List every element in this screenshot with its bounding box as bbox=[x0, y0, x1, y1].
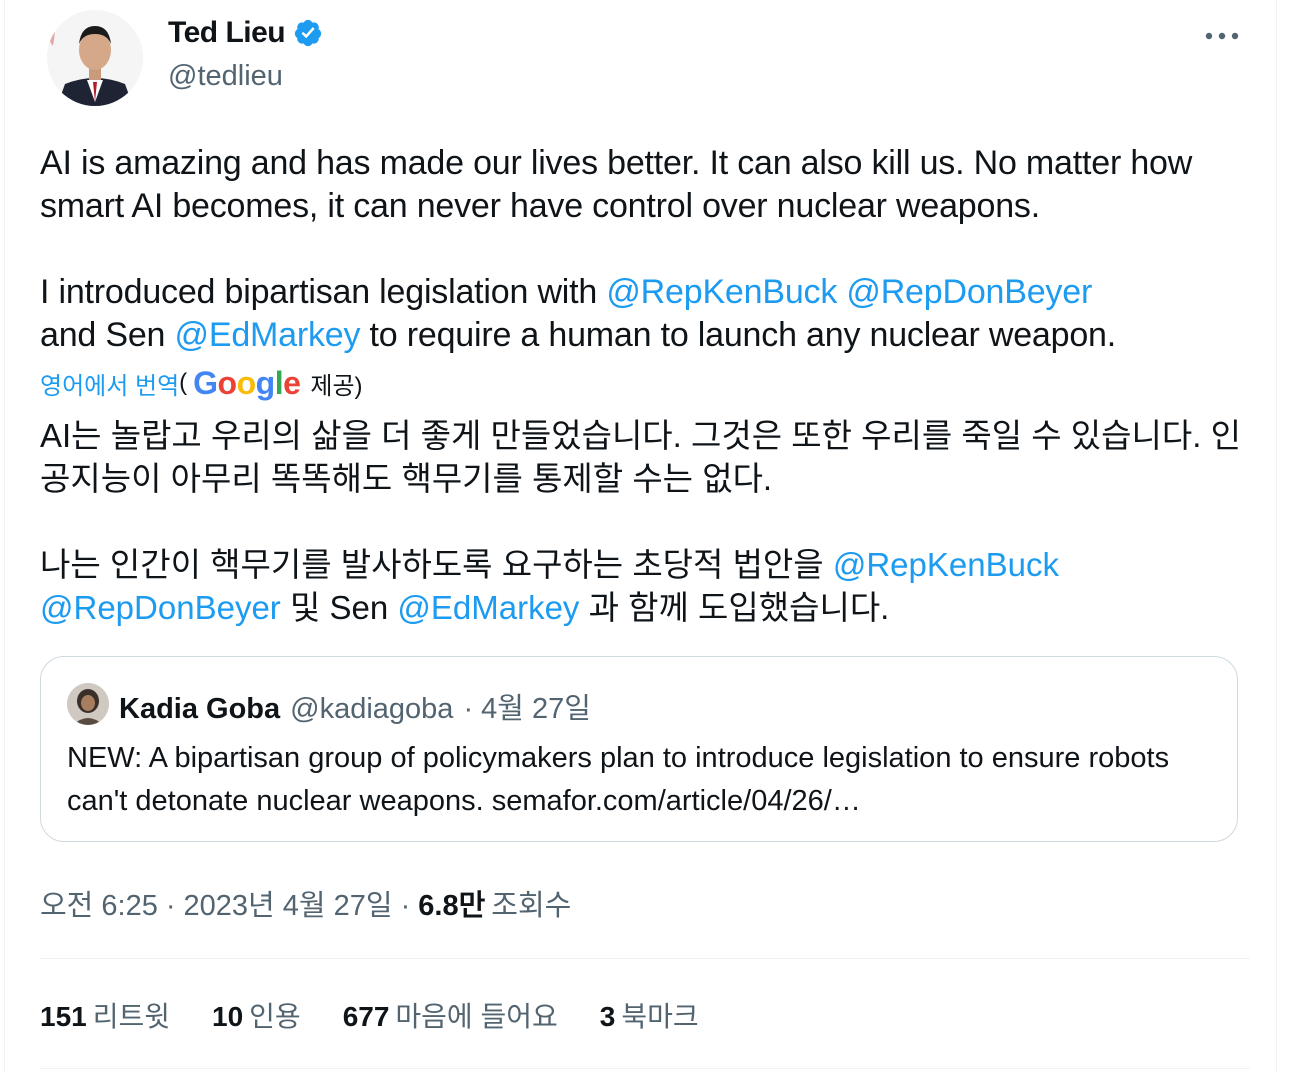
retweets-label: 리트윗 bbox=[92, 1001, 170, 1032]
likes-label: 마음에 들어요 bbox=[395, 1001, 558, 1032]
tweet-text-segment: to require a human to launch any nuclear… bbox=[360, 316, 1117, 354]
tweet-text-segment: I introduced bipartisan legislation with bbox=[40, 273, 607, 311]
more-options-button[interactable] bbox=[1200, 18, 1244, 54]
verified-badge-icon bbox=[294, 19, 322, 47]
quote-date: · 4월 27일 bbox=[463, 693, 591, 725]
bookmarks-stat[interactable]: 3 북마크 bbox=[600, 995, 699, 1035]
divider bbox=[40, 958, 1250, 959]
tweet-text-segment: and Sen bbox=[40, 316, 175, 354]
translation-header: 영어에서 번역 ( Google 제공) bbox=[40, 363, 363, 403]
quote-author-avatar[interactable] bbox=[67, 683, 109, 725]
quote-avatar-image bbox=[67, 683, 109, 725]
mention-repkenbuck[interactable]: @RepKenBuck bbox=[606, 273, 837, 311]
views-label: 조회수 bbox=[491, 890, 572, 922]
bookmarks-count: 3 bbox=[599, 1001, 616, 1032]
retweets-stat[interactable]: 151 리트윗 bbox=[40, 995, 170, 1035]
views-count: 6.8만 bbox=[418, 890, 486, 922]
mention-edmarkey[interactable]: @EdMarkey bbox=[175, 316, 361, 354]
tweet-date[interactable]: 2023년 4월 27일 bbox=[184, 882, 393, 924]
translated-text-segment: 과 함께 도입했습니다. bbox=[579, 589, 890, 626]
divider-bottom bbox=[40, 1068, 1250, 1069]
quote-text: NEW: A bipartisan group of policymakers … bbox=[67, 742, 1170, 817]
more-dots-icon bbox=[1205, 32, 1239, 40]
quotes-label: 인용 bbox=[249, 1001, 301, 1032]
quotes-stat[interactable]: 10 인용 bbox=[212, 995, 301, 1035]
author-avatar-image bbox=[47, 10, 143, 106]
tweet-timestamp-row: 오전 6:25 · 2023년 4월 27일 · 6.8만 조회수 bbox=[40, 882, 571, 924]
translated-mention-repkenbuck[interactable]: @RepKenBuck bbox=[833, 546, 1059, 583]
translation-provided-label: 제공) bbox=[310, 372, 363, 400]
tweet-paragraph-2: I introduced bipartisan legislation with… bbox=[40, 271, 1250, 357]
tweet-time[interactable]: 오전 6:25 bbox=[40, 882, 158, 924]
quotes-count: 10 bbox=[212, 1001, 244, 1032]
author-name[interactable]: Ted Lieu bbox=[168, 16, 286, 50]
quote-author-name[interactable]: Kadia Goba bbox=[119, 693, 280, 726]
translated-paragraph-1: AI는 놀랍고 우리의 삶을 더 좋게 만들었습니다. 그것은 또한 우리를 죽… bbox=[40, 417, 1241, 497]
translated-text: AI는 놀랍고 우리의 삶을 더 좋게 만들었습니다. 그것은 또한 우리를 죽… bbox=[40, 414, 1250, 629]
author-avatar[interactable] bbox=[47, 10, 143, 106]
separator-dot: · bbox=[165, 890, 176, 922]
translated-mention-repdonbeyer[interactable]: @RepDonBeyer bbox=[40, 589, 281, 626]
tweet-text: AI is amazing and has made our lives bet… bbox=[40, 142, 1250, 357]
tweet-stats: 151 리트윗 10 인용 677 마음에 들어요 3 북마크 bbox=[40, 995, 699, 1035]
translated-text-segment: 및 Sen bbox=[280, 589, 398, 626]
frame-left-border bbox=[4, 0, 5, 1072]
bookmarks-label: 북마크 bbox=[621, 1001, 699, 1032]
separator-dot: · bbox=[400, 890, 411, 922]
retweets-count: 151 bbox=[40, 1001, 87, 1032]
translated-paragraph-2: 나는 인간이 핵무기를 발사하도록 요구하는 초당적 법안을 @RepKenBu… bbox=[40, 543, 1250, 629]
likes-stat[interactable]: 677 마음에 들어요 bbox=[343, 995, 558, 1035]
translation-open-paren: ( bbox=[179, 369, 188, 396]
likes-count: 677 bbox=[342, 1001, 390, 1032]
translated-mention-edmarkey[interactable]: @EdMarkey bbox=[397, 589, 579, 626]
quoted-tweet-card[interactable]: Kadia Goba @kadiagoba · 4월 27일 NEW: A bi… bbox=[40, 656, 1238, 842]
author-name-row[interactable]: Ted Lieu bbox=[168, 16, 323, 50]
frame-right-border bbox=[1276, 0, 1277, 1072]
translated-text-segment: 나는 인간이 핵무기를 발사하도록 요구하는 초당적 법안을 bbox=[40, 546, 833, 583]
google-logo: Google bbox=[193, 364, 301, 401]
quote-header: Kadia Goba @kadiagoba · 4월 27일 bbox=[119, 685, 591, 727]
tweet-paragraph-1: AI is amazing and has made our lives bet… bbox=[40, 144, 1193, 225]
quote-author-handle[interactable]: @kadiagoba bbox=[290, 693, 453, 726]
translation-toggle-link[interactable]: 영어에서 번역 bbox=[40, 366, 179, 401]
mention-repdonbeyer[interactable]: @RepDonBeyer bbox=[846, 273, 1092, 311]
author-handle[interactable]: @tedlieu bbox=[168, 60, 283, 93]
